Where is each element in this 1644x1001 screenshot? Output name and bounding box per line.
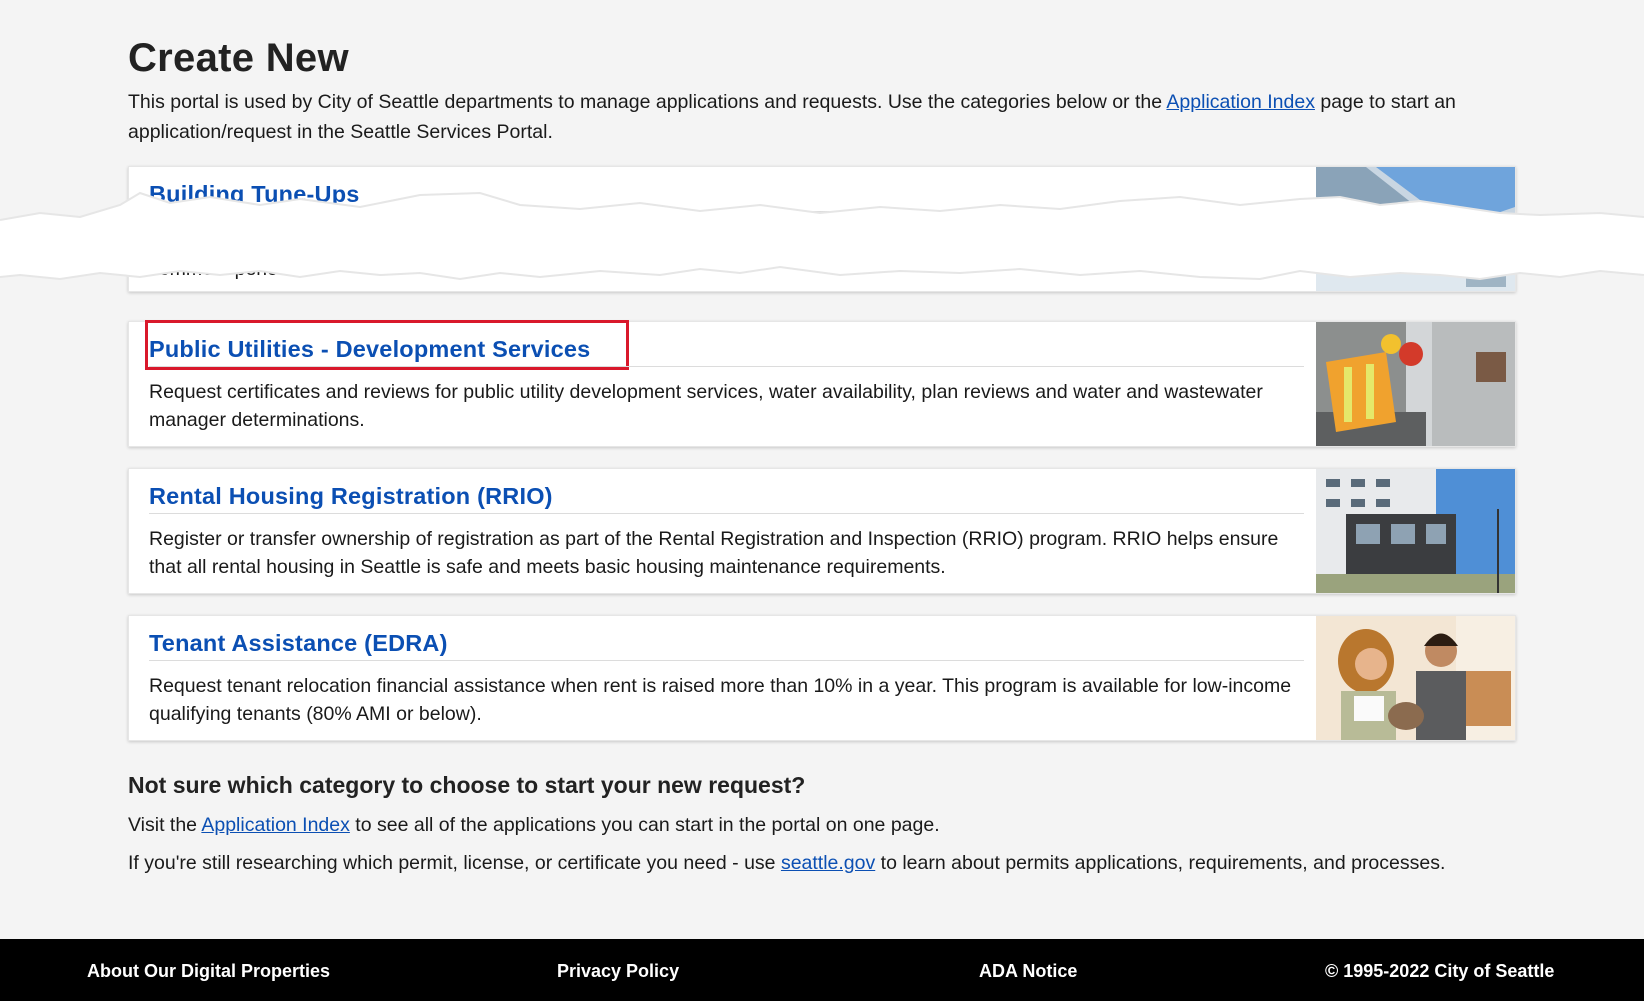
- card-body: Tenant Assistance (EDRA) Request tenant …: [149, 616, 1304, 725]
- footer-ada-link[interactable]: ADA Notice: [979, 961, 1077, 982]
- card-description: Com comment period.: [149, 227, 1309, 283]
- card-description-end: comment period.: [149, 258, 295, 280]
- card-divider: [149, 660, 1304, 661]
- help-line-index: Visit the Application Index to see all o…: [128, 814, 940, 837]
- highlight-box: [145, 320, 629, 370]
- card-title[interactable]: Rental Housing Registration (RRIO): [149, 481, 553, 511]
- category-card-rental-housing[interactable]: Rental Housing Registration (RRIO) Regis…: [128, 468, 1516, 594]
- help-line-index-end: to see all of the applications you can s…: [349, 814, 940, 836]
- category-card-building-tune-ups[interactable]: Building Tune-Ups Com comment period.: [128, 166, 1516, 292]
- card-description: Request certificates and reviews for pub…: [149, 381, 1263, 431]
- card-title[interactable]: Building Tune-Ups: [149, 179, 360, 209]
- footer-copyright: © 1995-2022 City of Seattle: [1325, 961, 1555, 981]
- card-description-partial: Com: [149, 230, 191, 252]
- building-photo-icon: [1316, 167, 1515, 291]
- application-index-link-bottom[interactable]: Application Index: [201, 814, 350, 836]
- category-card-tenant-assistance[interactable]: Tenant Assistance (EDRA) Request tenant …: [128, 615, 1516, 741]
- apartment-building-photo-icon: [1316, 469, 1515, 593]
- site-footer: About Our Digital Properties Privacy Pol…: [0, 939, 1644, 1001]
- card-title[interactable]: Tenant Assistance (EDRA): [149, 628, 448, 658]
- card-body: Rental Housing Registration (RRIO) Regis…: [149, 469, 1304, 578]
- help-line-index-start: Visit the: [128, 814, 202, 836]
- card-body: Public Utilities - Development Services …: [145, 320, 1304, 431]
- category-card-public-utilities[interactable]: Public Utilities - Development Services …: [128, 320, 1516, 447]
- help-heading: Not sure which category to choose to sta…: [128, 772, 806, 798]
- help-line-seattle-gov: If you're still researching which permit…: [128, 852, 1445, 875]
- footer-about-link[interactable]: About Our Digital Properties: [87, 961, 330, 982]
- help-line-seattle-gov-end: to learn about permits applications, req…: [875, 852, 1446, 874]
- tenants-photo-icon: [1316, 616, 1515, 740]
- footer-privacy-link[interactable]: Privacy Policy: [557, 961, 679, 982]
- card-body: Building Tune-Ups Com comment period.: [149, 167, 1304, 280]
- card-divider: [149, 211, 1304, 212]
- intro-text: This portal is used by City of Seattle d…: [128, 87, 1516, 147]
- seattle-gov-link[interactable]: seattle.gov: [781, 852, 875, 874]
- intro-text-start: This portal is used by City of Seattle d…: [128, 91, 1167, 113]
- utility-workers-photo-icon: [1316, 322, 1515, 446]
- card-divider: [149, 513, 1304, 514]
- page-title: Create New: [128, 36, 349, 80]
- card-divider: [149, 366, 1304, 367]
- card-description: Request tenant relocation financial assi…: [149, 675, 1292, 725]
- card-description: Register or transfer ownership of regist…: [149, 528, 1279, 578]
- help-line-seattle-gov-start: If you're still researching which permit…: [128, 852, 781, 874]
- application-index-link[interactable]: Application Index: [1166, 91, 1315, 113]
